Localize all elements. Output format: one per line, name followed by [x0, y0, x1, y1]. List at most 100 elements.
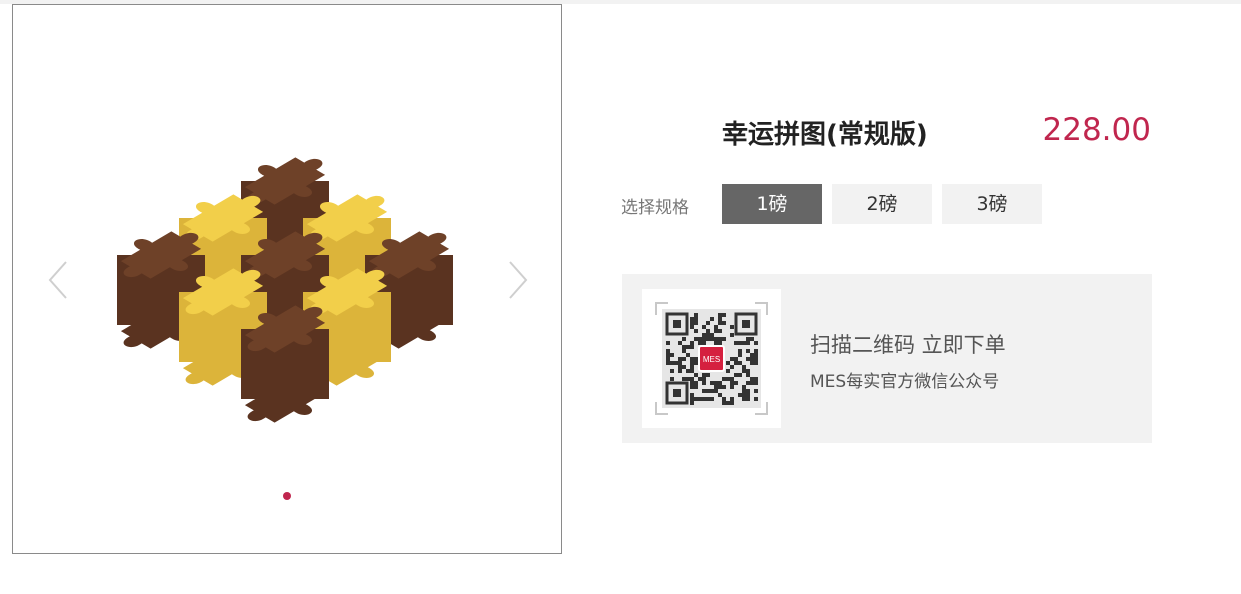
chevron-right-icon[interactable] [506, 260, 530, 300]
qr-module [686, 377, 690, 381]
qr-module [754, 381, 758, 385]
qr-module [694, 317, 698, 321]
product-title: 幸运拼图(常规版) [722, 120, 928, 150]
qr-module [730, 397, 734, 401]
qr-module [666, 349, 670, 353]
qr-module [754, 349, 758, 353]
qr-code-icon: MES [655, 302, 768, 415]
qr-module [722, 321, 726, 325]
qr-module [714, 389, 718, 393]
spec-label: 选择规格 [621, 198, 689, 218]
qr-module [678, 341, 682, 345]
qr-module [670, 353, 674, 357]
qr-module [730, 365, 734, 369]
qr-module [710, 337, 714, 341]
qr-module [754, 397, 758, 401]
qr-module [702, 377, 706, 381]
qr-module [702, 325, 706, 329]
qr-module [666, 357, 670, 361]
qr-module [698, 337, 702, 341]
qr-module [670, 377, 674, 381]
qr-module [690, 385, 694, 389]
qr-module [710, 317, 714, 321]
qr-module [678, 369, 682, 373]
qr-module [698, 341, 702, 345]
qr-module [746, 373, 750, 377]
spec-option-2lb[interactable]: 2磅 [832, 184, 932, 224]
qr-module [734, 357, 738, 361]
qr-module [686, 353, 690, 357]
qr-module [738, 349, 742, 353]
qr-module [706, 329, 710, 333]
qr-module [682, 365, 686, 369]
spec-option-1lb[interactable]: 1磅 [722, 184, 822, 224]
qr-module [746, 357, 750, 361]
qr-module [750, 381, 754, 385]
qr-module [746, 381, 750, 385]
qr-module [750, 337, 754, 341]
qr-module [726, 401, 730, 405]
qr-module [746, 393, 750, 397]
qr-module [754, 377, 758, 381]
qr-module [714, 381, 718, 385]
qr-module [754, 361, 758, 365]
qr-module [742, 389, 746, 393]
qr-module [690, 345, 694, 349]
qr-module [738, 353, 742, 357]
qr-module [666, 341, 670, 345]
qr-module [690, 357, 694, 361]
qr-module [670, 361, 674, 365]
qr-module [730, 401, 734, 405]
qr-module [742, 385, 746, 389]
qr-module [682, 345, 686, 349]
qr-module [714, 341, 718, 345]
qr-module [746, 349, 750, 353]
qr-module [706, 389, 710, 393]
qr-module [738, 373, 742, 377]
qr-module [690, 341, 694, 345]
carousel-dot-active[interactable] [283, 492, 291, 500]
chevron-left-icon[interactable] [46, 260, 70, 300]
product-image-carousel[interactable] [12, 4, 562, 554]
qr-module [722, 377, 726, 381]
qr-module [666, 361, 670, 365]
qr-module [726, 369, 730, 373]
qr-module [750, 361, 754, 365]
qr-module [718, 321, 722, 325]
qr-module [678, 361, 682, 365]
qr-module [722, 313, 726, 317]
qr-module [718, 341, 722, 345]
qr-module [750, 357, 754, 361]
qr-module [678, 365, 682, 369]
qr-module [730, 381, 734, 385]
qr-module [742, 393, 746, 397]
qr-module [750, 353, 754, 357]
qr-module [722, 397, 726, 401]
qr-module [706, 337, 710, 341]
qr-module [718, 329, 722, 333]
product-image [100, 145, 470, 435]
qr-module [746, 369, 750, 373]
qr-module [682, 349, 686, 353]
qr-module [742, 397, 746, 401]
qr-module [734, 361, 738, 365]
qr-module [694, 357, 698, 361]
qr-module [694, 361, 698, 365]
qr-module [722, 385, 726, 389]
qr-module [666, 353, 670, 357]
qr-module [702, 397, 706, 401]
qr-module [718, 385, 722, 389]
qr-module [754, 353, 758, 357]
qr-module [706, 333, 710, 337]
qr-module [670, 369, 674, 373]
qr-module [742, 365, 746, 369]
qr-module [702, 389, 706, 393]
qr-module [746, 341, 750, 345]
qr-module [742, 341, 746, 345]
spec-option-3lb[interactable]: 3磅 [942, 184, 1042, 224]
qr-module [682, 337, 686, 341]
qr-module [730, 325, 734, 329]
qr-module [714, 325, 718, 329]
qr-module [742, 369, 746, 373]
qr-module [734, 341, 738, 345]
